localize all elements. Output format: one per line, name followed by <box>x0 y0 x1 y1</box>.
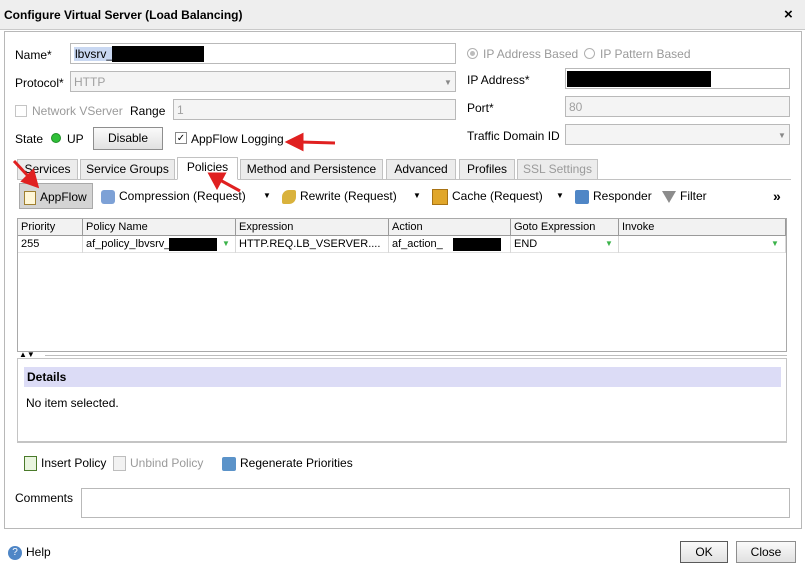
annotation-arrow-appflow-logging <box>284 132 336 152</box>
annotation-arrow-appflow-button <box>12 159 40 189</box>
annotation-arrows <box>12 132 336 193</box>
annotation-arrow-policies-tab <box>207 172 241 193</box>
